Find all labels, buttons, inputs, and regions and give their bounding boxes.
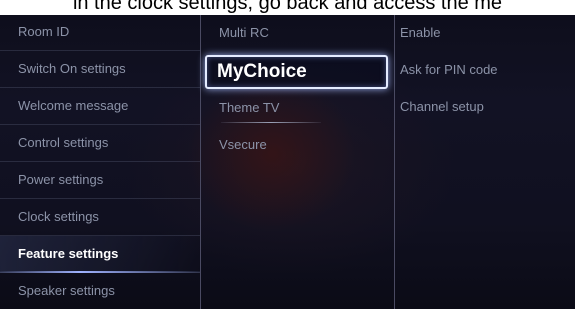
- option-ask-for-pin-code[interactable]: Ask for PIN code: [394, 51, 575, 88]
- menu-item-clock-settings[interactable]: Clock settings: [0, 199, 200, 236]
- menu-item-feature-settings[interactable]: Feature settings: [0, 236, 200, 273]
- submenu-item-multi-rc[interactable]: Multi RC: [201, 14, 394, 51]
- menu-item-welcome-message[interactable]: Welcome message: [0, 88, 200, 125]
- mychoice-options-column: Enable Ask for PIN code Channel setup: [394, 14, 575, 309]
- submenu-item-theme-tv[interactable]: Theme TV: [201, 89, 394, 126]
- submenu-item-mychoice[interactable]: MyChoice: [205, 55, 388, 89]
- submenu-item-vsecure[interactable]: Vsecure: [201, 126, 394, 163]
- menu-item-room-id[interactable]: Room ID: [0, 14, 200, 51]
- menu-item-switch-on-settings[interactable]: Switch On settings: [0, 51, 200, 88]
- settings-menu-column: Room ID Switch On settings Welcome messa…: [0, 14, 200, 309]
- option-enable[interactable]: Enable: [394, 14, 575, 51]
- menu-item-control-settings[interactable]: Control settings: [0, 125, 200, 162]
- option-channel-setup[interactable]: Channel setup: [394, 88, 575, 125]
- tv-screen: Room ID Switch On settings Welcome messa…: [0, 14, 575, 309]
- menu-item-power-settings[interactable]: Power settings: [0, 162, 200, 199]
- caption-text: in the clock settings, go back and acces…: [0, 0, 575, 15]
- feature-submenu-column: Multi RC MyChoice Theme TV Vsecure: [200, 14, 395, 309]
- screenshot-frame: Room ID Switch On settings Welcome messa…: [0, 0, 575, 309]
- menu-item-speaker-settings[interactable]: Speaker settings: [0, 273, 200, 309]
- submenu-divider: [221, 122, 321, 123]
